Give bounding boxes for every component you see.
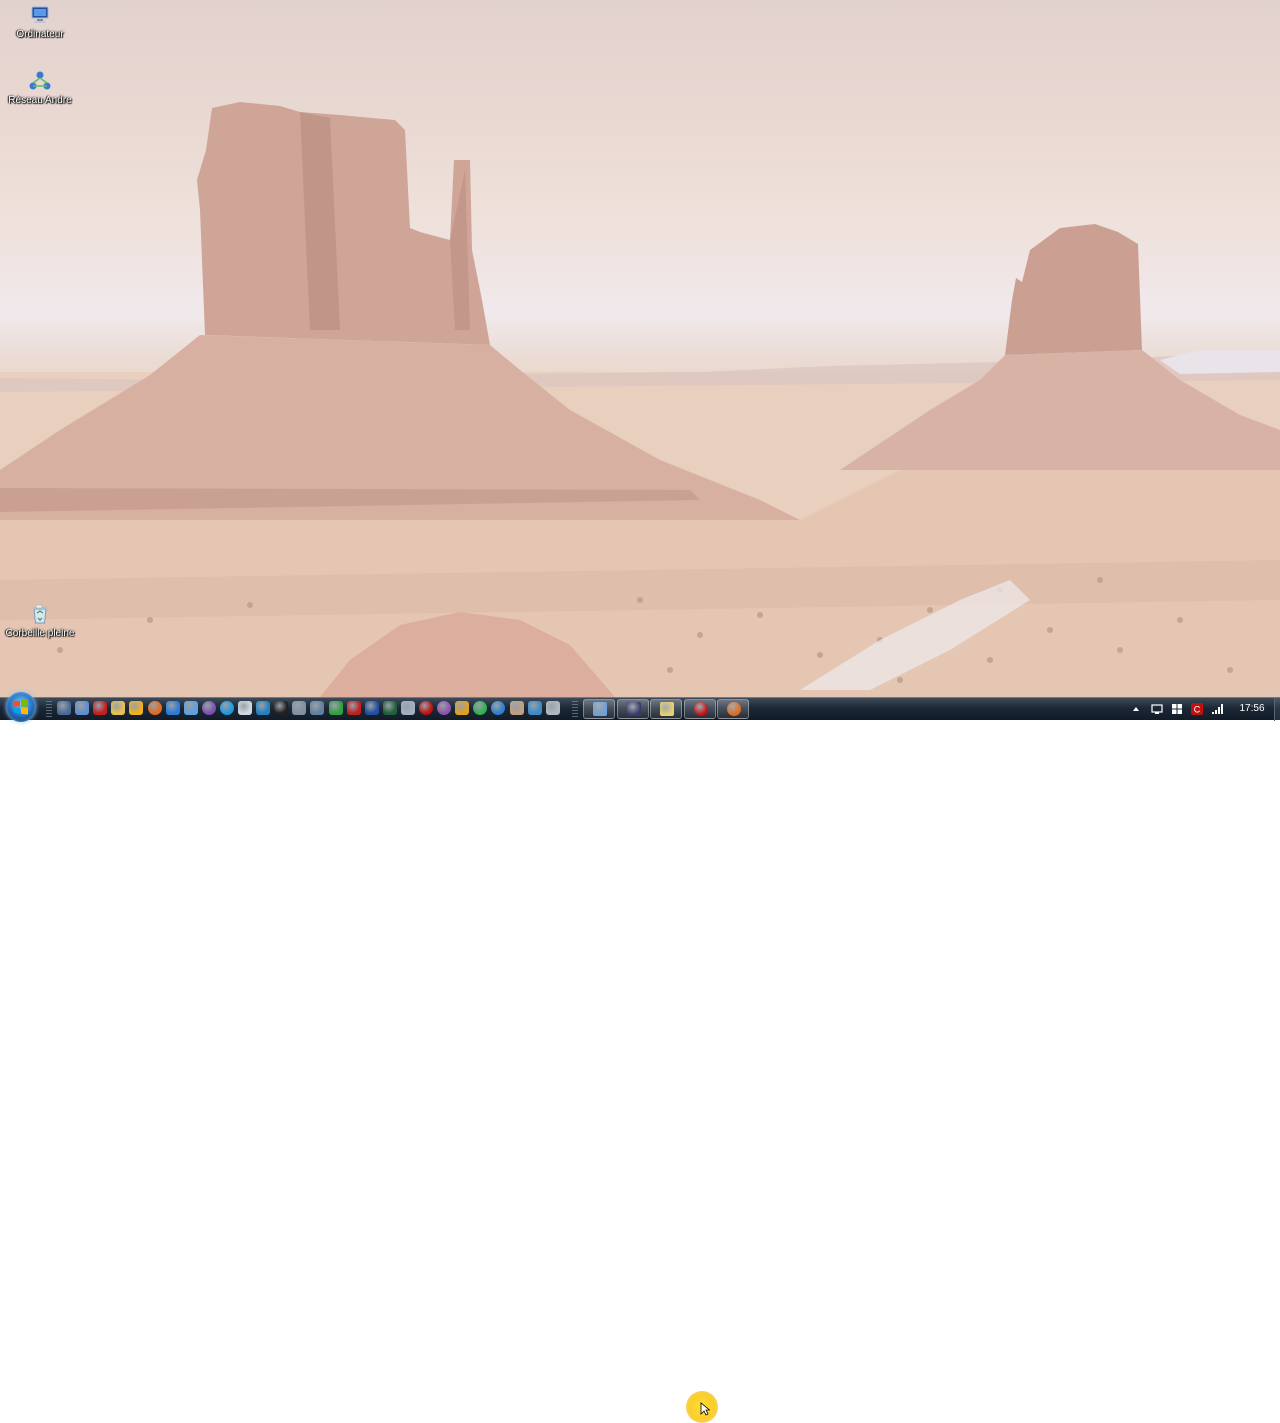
folder-icon (111, 701, 125, 715)
desktop-icon-label: Ordinateur (16, 29, 64, 40)
show-desktop-button[interactable] (1274, 698, 1280, 721)
filezilla-icon (347, 701, 361, 715)
quick-launch-show-desktop[interactable] (57, 701, 71, 715)
quick-launch-swirl-app[interactable] (238, 701, 252, 715)
quick-launch-filezilla[interactable] (347, 701, 361, 715)
firefox-icon (148, 701, 162, 715)
skype-icon (220, 701, 234, 715)
taskbar-grip[interactable] (572, 701, 578, 717)
computer-icon (31, 6, 49, 23)
blue-app-icon (528, 701, 542, 715)
internet-explorer-icon (166, 701, 180, 715)
quick-launch-folder[interactable] (111, 701, 125, 715)
desktop-icon-label: Corbeille pleine (5, 628, 75, 639)
desktop: Ordinateur Réseau Andre Corbeille pleine (0, 0, 1280, 697)
desktop-icon-computer[interactable]: Ordinateur (2, 4, 78, 40)
quick-launch-viber[interactable] (202, 701, 216, 715)
taskbar-clock[interactable]: 17:56 (1232, 703, 1272, 714)
pdf-icon (93, 701, 107, 715)
settings-icon (510, 701, 524, 715)
blue-box-icon (256, 701, 270, 715)
r-app-icon (455, 701, 469, 715)
show-hidden-icons-icon (1133, 707, 1139, 711)
quick-launch-blue-app[interactable] (528, 701, 542, 715)
word-icon (365, 701, 379, 715)
quick-launch-settings[interactable] (510, 701, 524, 715)
recycle-bin-icon (33, 604, 47, 624)
swirl-app-icon (238, 701, 252, 715)
network-app-icon (310, 701, 324, 715)
quick-launch-r-app[interactable] (455, 701, 469, 715)
quick-launch-internet-explorer[interactable] (166, 701, 180, 715)
firefox-window-icon (727, 702, 741, 716)
quick-launch-black-app[interactable] (274, 701, 288, 715)
viber-icon (202, 701, 216, 715)
yellow-app-icon (129, 701, 143, 715)
quick-launch-blue-box[interactable] (256, 701, 270, 715)
quick-launch-firefox[interactable] (148, 701, 162, 715)
black-app-icon (274, 701, 288, 715)
windows-update-icon (184, 701, 198, 715)
quick-launch-dreamweaver[interactable] (383, 701, 397, 715)
quick-launch-network-tool[interactable] (75, 701, 89, 715)
tray-action-center[interactable] (1171, 702, 1183, 714)
tray-monitor[interactable] (1151, 702, 1163, 714)
network-tool-icon (75, 701, 89, 715)
desktop-icon-network[interactable]: Réseau Andre (2, 70, 78, 106)
windows-flag-icon (1172, 704, 1182, 714)
signal-bars-icon (1212, 704, 1223, 714)
quick-launch-grey-box[interactable] (546, 701, 560, 715)
quick-launch-green-circle[interactable] (473, 701, 487, 715)
application-window-icon (627, 702, 641, 716)
quick-launch-skype[interactable] (220, 701, 234, 715)
taskbar-button-explorer-window[interactable] (650, 699, 682, 719)
dreamweaver-icon (383, 701, 397, 715)
quick-launch-notepad[interactable] (401, 701, 415, 715)
desktop-icon-label: Réseau Andre (8, 95, 72, 106)
record-icon (419, 701, 433, 715)
notepad-icon (401, 701, 415, 715)
show-hidden-icons-button[interactable] (1130, 702, 1142, 714)
pen-tool-icon (292, 701, 306, 715)
quick-launch-pdf[interactable] (93, 701, 107, 715)
disc-icon (437, 701, 451, 715)
quick-launch-windows-update[interactable] (184, 701, 198, 715)
taskbar-grip[interactable] (46, 701, 52, 717)
tray-antivirus[interactable]: C (1191, 702, 1203, 715)
quick-launch-blue-circle[interactable] (491, 701, 505, 715)
recorder-window-icon (694, 702, 708, 716)
quick-launch-pen-tool[interactable] (292, 701, 306, 715)
explorer-window-icon (660, 702, 674, 716)
desert-wallpaper (0, 102, 1280, 697)
network-icon (29, 71, 51, 90)
quick-launch-record[interactable] (419, 701, 433, 715)
grey-box-icon (546, 701, 560, 715)
mouse-pointer-icon (700, 1402, 710, 1416)
start-button[interactable] (6, 692, 36, 722)
document-window-icon (593, 702, 607, 716)
show-desktop-icon (57, 701, 71, 715)
monitor-icon (1151, 704, 1163, 714)
taskbar-button-firefox-window[interactable] (717, 699, 749, 719)
taskbar: C 17:56 (0, 692, 1280, 1423)
blue-circle-icon (491, 701, 505, 715)
quick-launch-word[interactable] (365, 701, 379, 715)
quick-launch-disc[interactable] (437, 701, 451, 715)
quick-launch-yellow-app[interactable] (129, 701, 143, 715)
green-circle-icon (473, 701, 487, 715)
quick-launch-network-app[interactable] (310, 701, 324, 715)
quick-launch-gallery[interactable] (329, 701, 343, 715)
gallery-icon (329, 701, 343, 715)
taskbar-button-application-window[interactable] (617, 699, 649, 719)
desktop-icon-recycle-bin[interactable]: Corbeille pleine (2, 603, 78, 639)
tray-network[interactable] (1211, 702, 1223, 714)
taskbar-button-recorder-window[interactable] (684, 699, 716, 719)
taskbar-button-document-window[interactable] (583, 699, 615, 719)
svg-text:C: C (1194, 705, 1201, 715)
antivirus-icon: C (1191, 703, 1203, 715)
windows-logo-icon (14, 699, 28, 715)
